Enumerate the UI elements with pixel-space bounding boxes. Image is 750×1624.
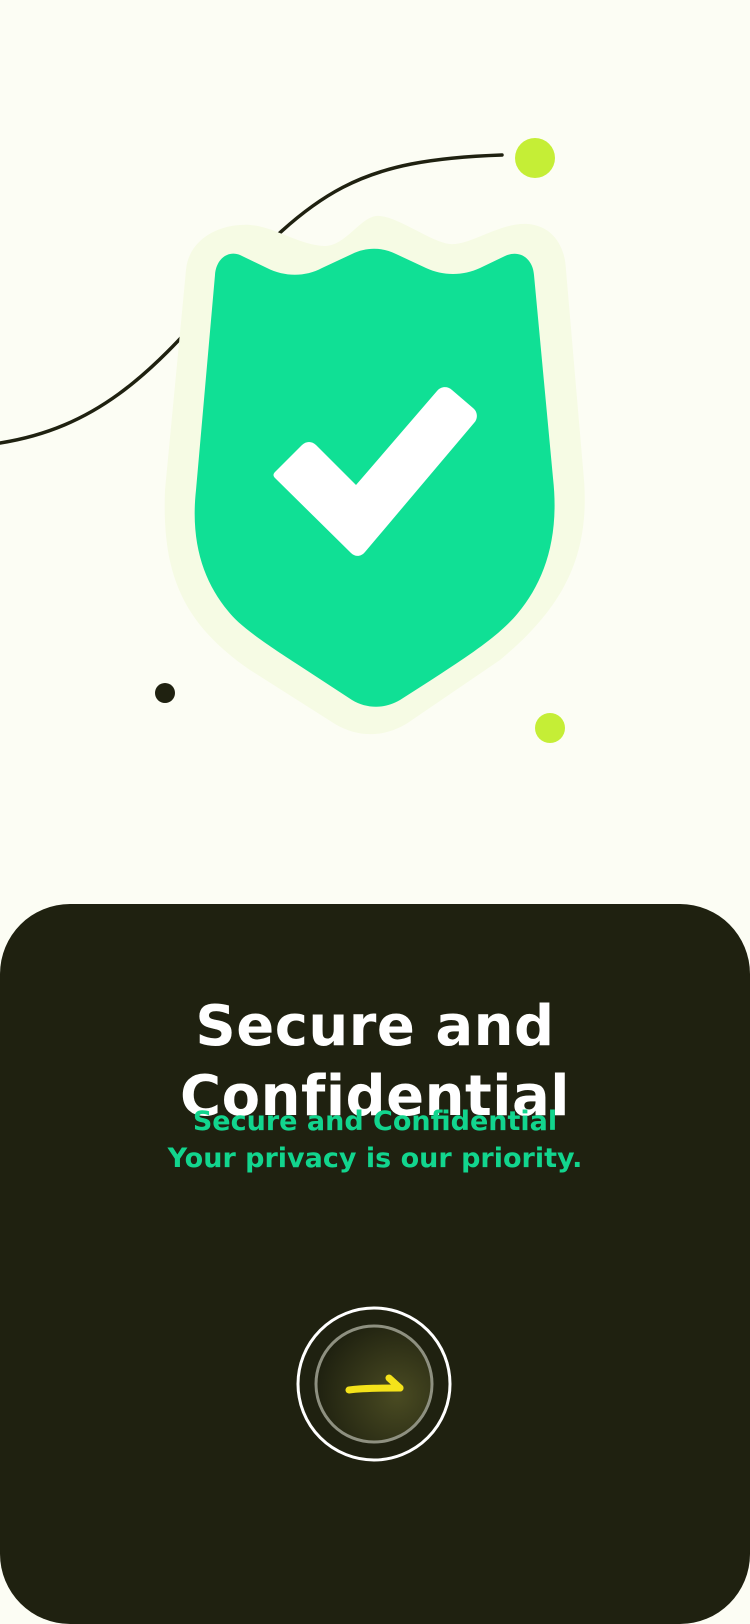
- next-button-inner: [314, 1324, 434, 1444]
- onboarding-subtitle: Secure and Confidential Your privacy is …: [0, 1103, 750, 1177]
- accent-dot-top: [515, 138, 555, 178]
- next-button[interactable]: [296, 1306, 452, 1462]
- accent-dot-bottom: [535, 713, 565, 743]
- subtitle-line-1: Secure and Confidential: [192, 1106, 558, 1137]
- dark-dot: [155, 683, 175, 703]
- subtitle-line-2: Your privacy is our priority.: [167, 1143, 583, 1174]
- hero-illustration: [0, 0, 750, 905]
- next-button-graphic: [296, 1306, 452, 1462]
- hero-svg: [0, 138, 585, 743]
